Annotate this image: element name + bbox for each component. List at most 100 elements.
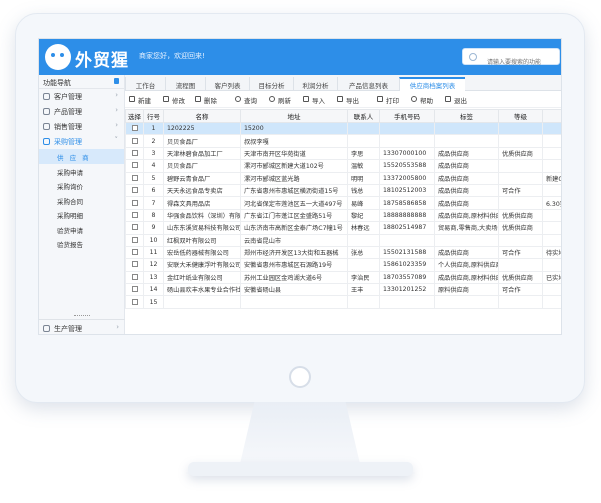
tab-profit-analysis[interactable]: 利润分析 (293, 77, 337, 91)
row-checkbox[interactable] (131, 211, 138, 218)
printer-icon (377, 96, 383, 102)
sidebar-item-purchase[interactable]: 采购管理 ˅ (39, 134, 124, 149)
tab-product-list[interactable]: 产品信息列表 (337, 77, 399, 91)
col-row-no[interactable]: 行号 (143, 109, 164, 123)
sidebar-item-production[interactable]: 生产管理 › (39, 321, 125, 334)
edit-button[interactable]: 修改 (163, 95, 185, 105)
row-checkbox[interactable] (131, 162, 138, 169)
row-checkbox[interactable] (131, 273, 138, 280)
table-row[interactable]: 12 安联大禾健康浮叶有限公司 安徽省惠州市惠城区石源路19号 15861023359… (125, 258, 561, 272)
row-checkbox-cell[interactable] (125, 159, 144, 173)
row-checkbox-cell[interactable] (125, 183, 144, 198)
table-row[interactable]: 3 天津林碧食品加工厂 天津市南开区华苑街道 李思 13307000100 成品供应商 优质… (125, 146, 561, 161)
table-row[interactable]: 14 砀山县欢丰水果专业合作社 安徽省砀山县 王丰 13301201252 原料供应商 可合… (125, 283, 561, 297)
monitor-stand (240, 402, 360, 464)
sidebar-sub-purchase-detail[interactable]: 采购明细 (39, 207, 124, 222)
row-checkbox-cell[interactable] (125, 221, 144, 235)
row-checkbox[interactable] (131, 125, 138, 132)
row-checkbox-cell[interactable] (125, 196, 144, 210)
table-row[interactable]: 1 1202225 15200 (125, 121, 561, 136)
row-checkbox[interactable] (131, 199, 138, 206)
table-row[interactable]: 2 贝贝食品厂 叔叔李嘎 (125, 134, 561, 148)
tab-target-analysis[interactable]: 目标分析 (249, 77, 293, 91)
new-button[interactable]: 新建 (129, 95, 151, 105)
row-checkbox[interactable] (131, 236, 138, 243)
cell-level (498, 233, 543, 247)
col-extra[interactable] (542, 109, 561, 123)
row-checkbox[interactable] (131, 249, 138, 256)
row-checkbox-cell[interactable] (125, 295, 144, 309)
table-row[interactable]: 6 天天永远食品专卖店 广东省惠州市惠城区横沥街道15号 钱总 18102512003 成… (125, 183, 561, 198)
row-checkbox-cell[interactable] (125, 245, 144, 260)
row-checkbox-cell[interactable] (125, 208, 144, 223)
export-button[interactable]: 导出 (337, 95, 359, 105)
welcome-text: 商家您好，欢迎回来! (139, 52, 205, 60)
table-row[interactable]: 10 红枫双叶有限公司 云南省昆山市 (125, 233, 561, 247)
table-row[interactable]: 15 (125, 295, 561, 309)
cell-extra (542, 221, 561, 235)
cell-address: 叔叔李嘎 (240, 134, 348, 148)
sidebar-sub-inspection-request[interactable]: 验货申请 (39, 222, 124, 237)
table-row[interactable]: 13 金红叶纸业有限公司 苏州工业园区金鸡湖大道6号 李治民 18703557089 成品… (125, 270, 561, 285)
resize-handle[interactable] (74, 315, 90, 318)
row-checkbox-cell[interactable] (125, 233, 144, 247)
sidebar-sub-purchase-contract[interactable]: 采购合同 (39, 193, 124, 208)
search-box[interactable] (462, 48, 560, 71)
query-button[interactable]: 查询 (235, 95, 257, 105)
sidebar-sub-supplier[interactable]: 供 应 商 (39, 149, 124, 164)
table-row[interactable]: 5碧野云青食品厂漯河市郾城区蓝光路明明13372005800成品供应商 新建070… (125, 171, 561, 185)
tab-supplier-list[interactable]: 供应商档案列表 (399, 77, 465, 91)
col-name[interactable]: 名称 (163, 109, 241, 123)
sidebar-sub-purchase-inquiry[interactable]: 采购询价 (39, 178, 124, 193)
col-phone[interactable]: 手机号码 (379, 109, 435, 123)
table-row[interactable]: 9 山东东溪贸易科技有限公司 山东济南市高新区金泰广场C7幢1号 林春远 1880251… (125, 221, 561, 235)
sidebar-item-sales[interactable]: 销售管理 › (39, 119, 124, 134)
refresh-button[interactable]: 刷新 (269, 95, 291, 105)
table-row[interactable]: 7 得森文具用品店 河北省保定市莲池区五一大道497号 易峰 18758586858 成品… (125, 196, 561, 210)
sidebar-sub-purchase-request[interactable]: 采购申请 (39, 164, 124, 179)
row-checkbox-cell[interactable] (125, 121, 144, 136)
row-checkbox-cell[interactable] (125, 258, 144, 272)
delete-button[interactable]: 删除 (195, 95, 217, 105)
row-checkbox-cell[interactable] (125, 270, 144, 285)
table-row[interactable]: 8华强食品饮料（深圳）有限公司工...广东省江门市蓬江区金盛路51号黎纪1888… (125, 208, 561, 223)
sidebar-sub-inspection-report[interactable]: 验货报告 (39, 236, 124, 251)
exit-button[interactable]: 退出 (445, 95, 467, 105)
row-checkbox[interactable] (131, 286, 138, 293)
row-checkbox[interactable] (131, 187, 138, 194)
col-tag[interactable]: 标签 (434, 109, 499, 123)
row-checkbox[interactable] (131, 149, 138, 156)
tab-flowchart[interactable]: 流程图 (165, 77, 205, 91)
cell-level: 优质供应商 (498, 146, 543, 161)
pin-icon[interactable] (114, 78, 119, 84)
cell-tag: 成品供应商,原材料供应... (434, 270, 499, 285)
search-input[interactable] (463, 55, 559, 71)
row-checkbox[interactable] (131, 174, 138, 181)
cell-contact: 易峰 (347, 196, 380, 210)
table-row[interactable]: 4 贝贝食品厂 漯河市郾城区新建大道102号 温敏 15520553588 成品供应商 (125, 159, 561, 173)
row-checkbox[interactable] (131, 224, 138, 231)
sidebar-item-product[interactable]: 产品管理 › (39, 104, 124, 119)
row-checkbox[interactable] (131, 137, 138, 144)
col-contact[interactable]: 联系人 (347, 109, 380, 123)
import-button[interactable]: 导入 (303, 95, 325, 105)
sidebar-item-customer[interactable]: 客户管理 › (39, 89, 124, 104)
table-row[interactable]: 11 宏岳低药器械有限公司 郑州市经济开发区13大街和五器械 张总 1550213158… (125, 245, 561, 260)
row-checkbox-cell[interactable] (125, 171, 144, 185)
exit-icon (445, 96, 451, 102)
help-button[interactable]: 帮助 (411, 95, 433, 105)
row-checkbox-cell[interactable] (125, 146, 144, 161)
tab-workbench[interactable]: 工作台 (125, 77, 165, 91)
col-level[interactable]: 等级 (498, 109, 543, 123)
tab-customer-list[interactable]: 客户列表 (205, 77, 249, 91)
row-checkbox[interactable] (131, 261, 138, 268)
col-select[interactable]: 选择 (125, 109, 144, 123)
row-checkbox-cell[interactable] (125, 283, 144, 297)
cell-name: 碧野云青食品厂 (163, 171, 241, 185)
row-checkbox[interactable] (131, 298, 138, 305)
purchase-icon (43, 138, 50, 145)
cell-row-no: 11 (143, 245, 164, 260)
col-address[interactable]: 地址 (240, 109, 348, 123)
row-checkbox-cell[interactable] (125, 134, 144, 148)
print-button[interactable]: 打印 (377, 95, 399, 105)
